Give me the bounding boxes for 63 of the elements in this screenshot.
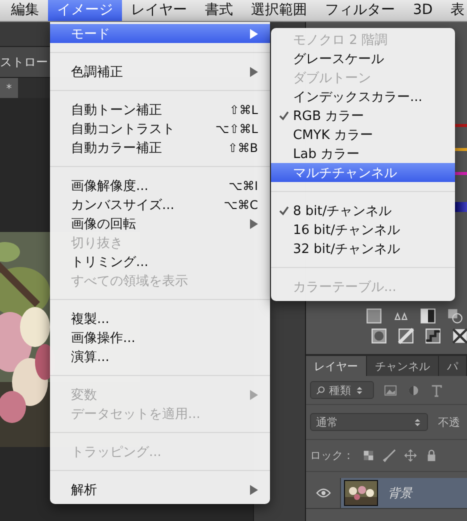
menu-item[interactable]: カンバスサイズ... ⌥⌘C xyxy=(50,195,270,214)
menu-item[interactable]: 自動コントラスト ⌥⇧⌘L xyxy=(50,119,270,138)
menu-bar-item[interactable]: 編集 xyxy=(2,0,48,21)
menu-item[interactable]: 32 bit/チャンネル xyxy=(271,239,455,258)
circle-square-icon[interactable] xyxy=(447,308,463,324)
lock-label: ロック： xyxy=(310,448,354,463)
menu-item[interactable]: 色調補正 xyxy=(50,62,270,81)
filter-dropdown[interactable]: 種類 xyxy=(310,381,374,399)
menu-bar-item[interactable]: 表 xyxy=(442,0,467,21)
menu-item[interactable]: RGB カラー xyxy=(271,106,455,125)
half-circle-icon[interactable] xyxy=(407,384,420,396)
layer-row[interactable]: 背景 xyxy=(341,478,467,508)
menu-item[interactable]: 8 bit/チャンネル xyxy=(271,201,455,220)
menu-item[interactable]: トリミング... xyxy=(50,252,270,271)
menu-item[interactable]: 画像の回転 xyxy=(50,214,270,233)
menu-item[interactable]: 自動カラー補正 ⇧⌘B xyxy=(50,138,270,157)
menu-item[interactable]: 画像解像度... ⌥⌘I xyxy=(50,176,270,195)
document-tab[interactable]: * xyxy=(0,78,18,98)
menu-item[interactable]: マルチチャンネル xyxy=(271,163,455,182)
menu-bar-item[interactable]: イメージ xyxy=(48,0,122,21)
checker-icon[interactable] xyxy=(362,449,375,462)
menu-item[interactable]: 画像操作... xyxy=(50,328,270,347)
filter-value: 種類 xyxy=(329,382,351,398)
search-icon xyxy=(316,386,325,394)
eye-icon[interactable] xyxy=(316,488,330,498)
stroke-label: ストロー xyxy=(0,54,48,70)
menu-item[interactable]: 16 bit/チャンネル xyxy=(271,220,455,239)
shortcut-label: ⌥⇧⌘L xyxy=(215,122,258,136)
move-icon[interactable] xyxy=(404,449,417,462)
blend-mode-dropdown[interactable]: 通常 xyxy=(310,413,428,431)
menu-item[interactable]: グレースケール xyxy=(271,49,455,68)
menu-bar-item[interactable]: 3D xyxy=(404,0,442,21)
menu-item[interactable]: インデックスカラー... xyxy=(271,87,455,106)
menu-item[interactable]: Lab カラー xyxy=(271,144,455,163)
menu-item[interactable]: CMYK カラー xyxy=(271,125,455,144)
stepper-icon xyxy=(413,418,422,426)
lock-icon[interactable] xyxy=(425,449,438,462)
shortcut-label: ⇧⌘B xyxy=(228,140,258,154)
image-filter-icon[interactable] xyxy=(384,384,397,396)
shortcut-label: ⌥⌘I xyxy=(228,178,258,192)
shortcut-label: ⇧⌘L xyxy=(229,102,258,116)
gradient-map-icon[interactable] xyxy=(398,328,414,344)
menu-item[interactable]: 演算... xyxy=(50,347,270,366)
invert-icon[interactable] xyxy=(371,328,387,344)
shortcut-label: ⌥⌘C xyxy=(224,198,258,212)
menu-bar-item[interactable]: フィルター xyxy=(316,0,404,21)
menu-item[interactable]: 解析 xyxy=(50,480,270,499)
menu-bar-item[interactable]: 書式 xyxy=(196,0,242,21)
brush-icon[interactable] xyxy=(383,449,396,462)
blend-mode-value: 通常 xyxy=(316,414,338,430)
menu-item[interactable]: 複製... xyxy=(50,309,270,328)
type-filter-icon[interactable] xyxy=(430,384,443,396)
threshold-icon[interactable] xyxy=(452,328,467,344)
menu-item[interactable]: モード xyxy=(50,24,270,43)
stepper-icon xyxy=(355,386,364,394)
menu-bar-item[interactable]: レイヤー xyxy=(122,0,196,21)
posterize-icon[interactable] xyxy=(425,328,441,344)
half-square-icon[interactable] xyxy=(420,308,436,324)
menu-item[interactable]: 自動トーン補正 ⇧⌘L xyxy=(50,100,270,119)
gradient-square-icon[interactable] xyxy=(366,308,382,324)
panel-tab[interactable]: レイヤー xyxy=(306,356,367,376)
opacity-label: 不透 xyxy=(438,414,460,430)
menu-bar-item[interactable]: 選択範囲 xyxy=(242,0,316,21)
